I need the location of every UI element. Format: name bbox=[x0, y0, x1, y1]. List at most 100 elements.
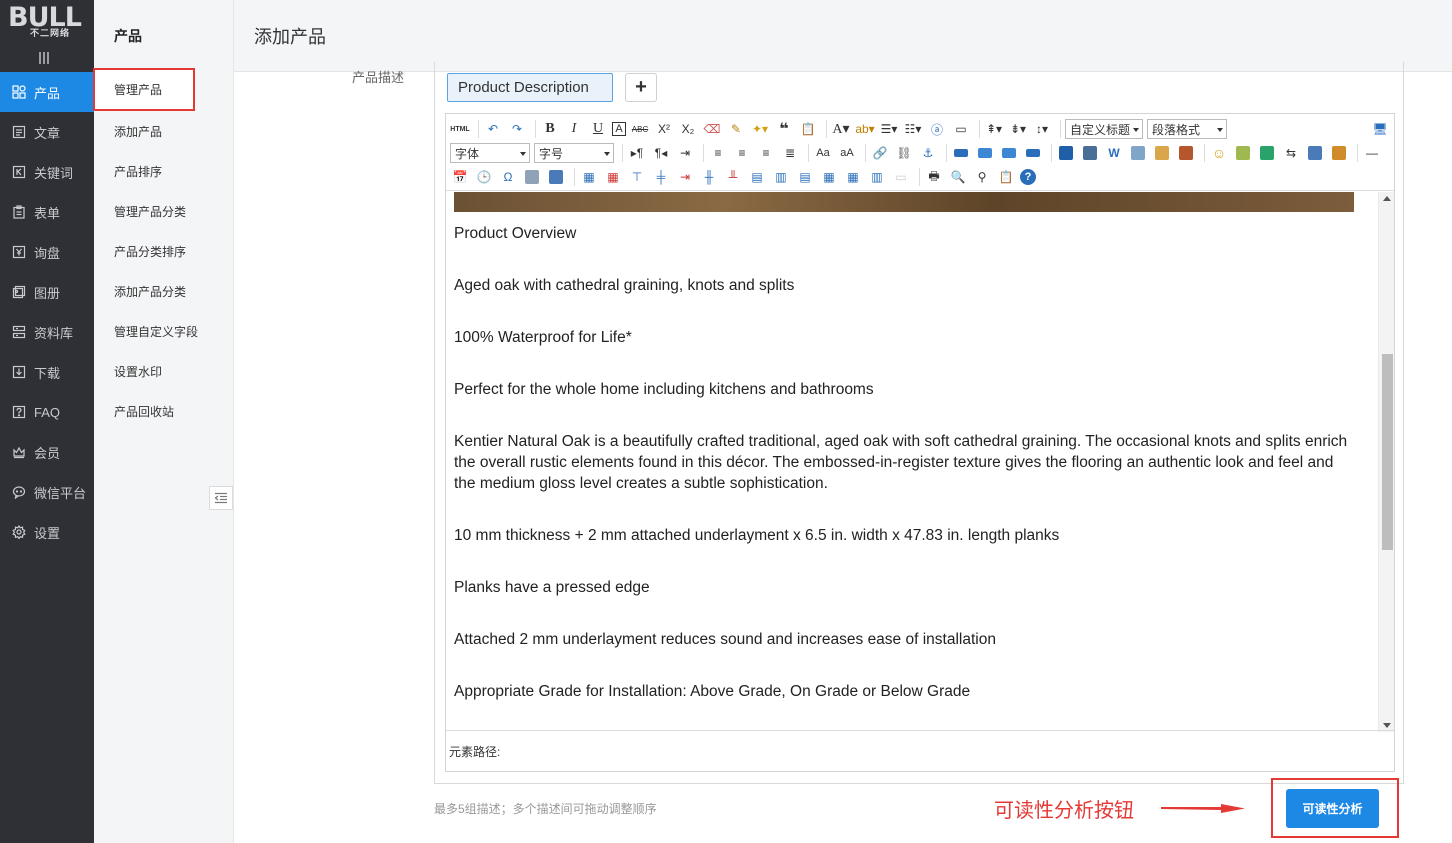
align-right-icon[interactable]: ≡ bbox=[756, 143, 776, 163]
table-title-icon[interactable]: ⊤ bbox=[627, 167, 647, 187]
lowercase-icon[interactable]: aA bbox=[837, 143, 857, 163]
anchor-icon[interactable]: ⚓ bbox=[918, 143, 938, 163]
insert-table-icon[interactable]: ▦ bbox=[579, 167, 599, 187]
insert-video-icon[interactable] bbox=[1056, 143, 1076, 163]
nav-item-forms[interactable]: 表单 bbox=[0, 192, 94, 232]
align-justify-icon[interactable]: ≣ bbox=[780, 143, 800, 163]
highlight-color-icon[interactable]: ab▾ bbox=[855, 119, 875, 139]
font-border-icon[interactable]: A bbox=[612, 122, 626, 136]
multi-image-icon[interactable] bbox=[1152, 143, 1172, 163]
readability-analysis-button[interactable]: 可读性分析 bbox=[1286, 789, 1379, 828]
bold-icon[interactable]: B bbox=[540, 119, 560, 139]
template-icon[interactable] bbox=[1305, 143, 1325, 163]
table-props-icon[interactable]: ▭ bbox=[891, 167, 911, 187]
link-icon[interactable]: 🔗 bbox=[870, 143, 890, 163]
collapse-menu-button[interactable] bbox=[209, 486, 233, 510]
unordered-list-icon[interactable]: ☷▾ bbox=[903, 119, 923, 139]
merge-right-icon[interactable]: ▥ bbox=[771, 167, 791, 187]
help-icon[interactable]: ? bbox=[1020, 169, 1036, 185]
brand-logo[interactable]: BULL 不二网络 bbox=[8, 4, 82, 40]
blockquote-icon[interactable]: ❝ bbox=[774, 119, 794, 139]
preview-icon[interactable]: 🔍 bbox=[948, 167, 968, 187]
add-description-button[interactable]: + bbox=[625, 73, 657, 102]
submenu-item-category-sort[interactable]: 产品分类排序 bbox=[94, 231, 234, 271]
word-paste-icon[interactable]: W bbox=[1104, 143, 1124, 163]
nav-item-faq[interactable]: FAQ bbox=[0, 392, 94, 432]
split-rows-icon[interactable]: ▦ bbox=[843, 167, 863, 187]
scroll-thumb[interactable] bbox=[1382, 354, 1393, 550]
split-cells-icon[interactable]: ▦ bbox=[819, 167, 839, 187]
custom-title-select[interactable]: 自定义标题 bbox=[1065, 119, 1143, 139]
unlink-icon[interactable]: ⛓ bbox=[894, 143, 914, 163]
nav-item-download[interactable]: 下载 bbox=[0, 352, 94, 392]
sidebar-toggle-icon[interactable] bbox=[39, 52, 49, 64]
superscript-icon[interactable]: X² bbox=[654, 119, 674, 139]
nav-item-articles[interactable]: 文章 bbox=[0, 112, 94, 152]
paragraph-format-select[interactable]: 段落格式 bbox=[1147, 119, 1227, 139]
nav-item-library[interactable]: 资料库 bbox=[0, 312, 94, 352]
merge-down-icon[interactable]: ▤ bbox=[795, 167, 815, 187]
align-center-icon[interactable]: ≡ bbox=[732, 143, 752, 163]
ordered-list-icon[interactable]: ☰▾ bbox=[879, 119, 899, 139]
paste-plain-icon[interactable]: 📋 bbox=[798, 119, 818, 139]
submenu-item-watermark[interactable]: 设置水印 bbox=[94, 351, 234, 391]
scrawl-icon[interactable] bbox=[1329, 143, 1349, 163]
text-box-icon[interactable]: ⓐ bbox=[927, 119, 947, 139]
italic-icon[interactable]: I bbox=[564, 119, 584, 139]
submenu-item-manage-products[interactable]: 管理产品 bbox=[93, 68, 195, 111]
nav-item-gallery[interactable]: 图册 bbox=[0, 272, 94, 312]
nav-item-wechat[interactable]: 微信平台 bbox=[0, 472, 94, 512]
nav-item-keywords[interactable]: 关键词 bbox=[0, 152, 94, 192]
subscript-icon[interactable]: X₂ bbox=[678, 119, 698, 139]
image-left-icon[interactable] bbox=[975, 143, 995, 163]
scroll-down-arrow-icon[interactable] bbox=[1383, 723, 1391, 728]
drafts-icon[interactable]: 📋 bbox=[996, 167, 1016, 187]
delete-table-icon[interactable]: ▦ bbox=[603, 167, 623, 187]
font-color-icon[interactable]: A▾ bbox=[831, 119, 851, 139]
eraser-icon[interactable]: ⌫ bbox=[702, 119, 722, 139]
submenu-item-recycle-bin[interactable]: 产品回收站 bbox=[94, 391, 234, 431]
nav-item-members[interactable]: 会员 bbox=[0, 432, 94, 472]
code-icon[interactable] bbox=[522, 167, 542, 187]
search-replace-icon[interactable]: ⚲ bbox=[972, 167, 992, 187]
snapshot-icon[interactable] bbox=[546, 167, 566, 187]
image-right-icon[interactable] bbox=[999, 143, 1019, 163]
fullscreen-icon[interactable]: 🖥 bbox=[1370, 119, 1390, 139]
rtl-direction-icon[interactable]: ¶◂ bbox=[651, 143, 671, 163]
insert-row-icon[interactable]: ╪ bbox=[651, 167, 671, 187]
font-size-select[interactable]: 字号 bbox=[534, 143, 614, 163]
insert-col-icon[interactable]: ╫ bbox=[699, 167, 719, 187]
submenu-item-custom-fields[interactable]: 管理自定义字段 bbox=[94, 311, 234, 351]
strikethrough-icon[interactable]: ABC bbox=[630, 119, 650, 139]
insert-film-icon[interactable] bbox=[1080, 143, 1100, 163]
redo-icon[interactable]: ↷ bbox=[507, 119, 527, 139]
row-spacing-top-icon[interactable]: ⇞▾ bbox=[984, 119, 1004, 139]
image-center-icon[interactable] bbox=[1023, 143, 1043, 163]
submenu-item-product-sort[interactable]: 产品排序 bbox=[94, 151, 234, 191]
submenu-item-add-category[interactable]: 添加产品分类 bbox=[94, 271, 234, 311]
emoticon-icon[interactable]: ☺ bbox=[1209, 143, 1229, 163]
page-break-icon[interactable]: ⇆ bbox=[1281, 143, 1301, 163]
format-painter-icon[interactable]: ✎ bbox=[726, 119, 746, 139]
html-source-icon[interactable]: HTML bbox=[450, 119, 470, 139]
date-icon[interactable]: 📅 bbox=[450, 167, 470, 187]
indent-icon[interactable]: ⇥ bbox=[675, 143, 695, 163]
underline-icon[interactable]: U bbox=[588, 119, 608, 139]
nav-item-products[interactable]: 产品 bbox=[0, 72, 94, 112]
time-icon[interactable]: 🕒 bbox=[474, 167, 494, 187]
split-cols-icon[interactable]: ▥ bbox=[867, 167, 887, 187]
align-left-icon[interactable]: ≡ bbox=[708, 143, 728, 163]
upload-image-icon[interactable] bbox=[1128, 143, 1148, 163]
blank-page-icon[interactable]: ▭ bbox=[951, 119, 971, 139]
ltr-direction-icon[interactable]: ▸¶ bbox=[627, 143, 647, 163]
tab-product-description[interactable]: Product Description bbox=[447, 73, 613, 102]
insert-frame-icon[interactable] bbox=[1257, 143, 1277, 163]
submenu-item-add-product[interactable]: 添加产品 bbox=[94, 111, 234, 151]
nav-item-inquiry[interactable]: 询盘 bbox=[0, 232, 94, 272]
editor-scrollbar[interactable] bbox=[1378, 192, 1394, 732]
font-family-select[interactable]: 字体 bbox=[450, 143, 530, 163]
scroll-up-arrow-icon[interactable] bbox=[1383, 196, 1391, 201]
horizontal-rule-icon[interactable]: — bbox=[1362, 143, 1382, 163]
print-icon[interactable]: 🖶 bbox=[924, 167, 944, 187]
undo-icon[interactable]: ↶ bbox=[483, 119, 503, 139]
